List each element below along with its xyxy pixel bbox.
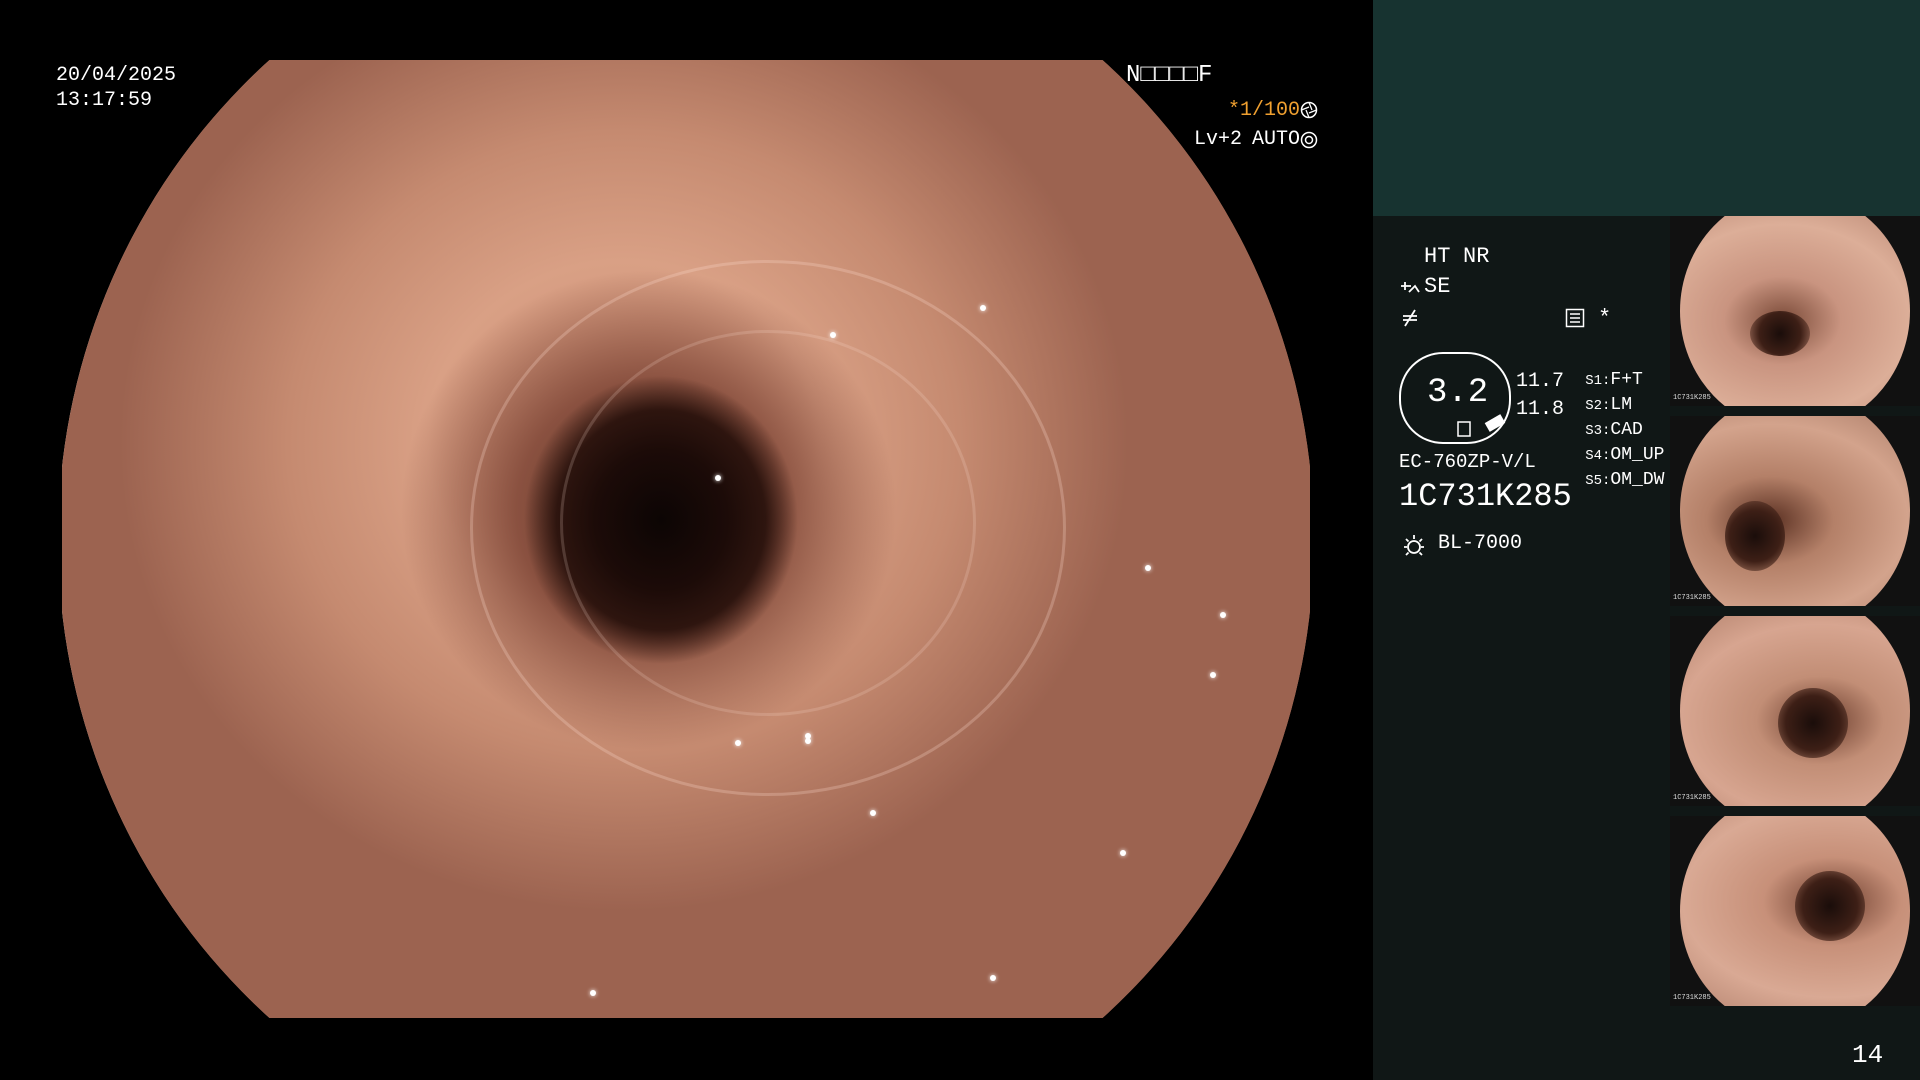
specular-highlight [1210, 672, 1216, 678]
specular-highlight [980, 305, 986, 311]
specular-highlight [990, 975, 996, 981]
zoom-value: 3.2 [1427, 374, 1489, 412]
iris-label: AUTO [1252, 128, 1301, 151]
switch-5: S5:OM_DW [1566, 452, 1664, 490]
ht-label: HT [1424, 244, 1451, 269]
thumbnail-lumen [1750, 311, 1810, 356]
time-label: 13:17:59 [56, 89, 153, 112]
iris-icon [1300, 131, 1318, 149]
asterisk-label: * [1598, 306, 1612, 331]
no-freeze-icon [1403, 309, 1417, 327]
panel-header-area [1373, 0, 1920, 216]
specular-highlight [830, 332, 836, 338]
thumbnail-serial: 1C731K285 [1673, 994, 1711, 1002]
thumbnail-image [1680, 216, 1910, 406]
capture-thumbnail[interactable]: 1C731K285 [1670, 616, 1920, 806]
se-label: SE [1424, 274, 1451, 299]
thumbnail-serial: 1C731K285 [1673, 794, 1711, 802]
thumbnail-lumen [1778, 688, 1848, 758]
capture-thumbnail[interactable]: 1C731K285 [1670, 216, 1920, 406]
capture-icon [1565, 308, 1585, 328]
lamp-icon [1404, 535, 1424, 556]
mode-code-label: N□□□□F [1126, 62, 1213, 89]
date-label: 20/04/2025 [56, 64, 177, 87]
scope-tip-icon [1401, 282, 1420, 293]
switch-value: OM_DW [1610, 470, 1665, 490]
aperture-icon [1300, 101, 1318, 119]
thumbnail-lumen [1795, 871, 1865, 941]
specular-highlight [1120, 850, 1126, 856]
level-label: Lv+2 [1194, 128, 1243, 151]
thumbnail-lumen [1725, 501, 1785, 571]
switch-key: S5: [1585, 473, 1611, 489]
specular-highlight [735, 740, 741, 746]
specular-highlight [1145, 565, 1151, 571]
capture-thumbnail[interactable]: 1C731K285 [1670, 416, 1920, 606]
thumbnail-image [1680, 416, 1910, 606]
nr-label: NR [1463, 244, 1490, 269]
specular-highlight [870, 810, 876, 816]
mucosal-fold [560, 330, 976, 716]
thumbnail-serial: 1C731K285 [1673, 594, 1711, 602]
light-source-label: BL-7000 [1438, 532, 1523, 555]
serial-label: 1C731K285 [1399, 478, 1572, 515]
specular-highlight [590, 990, 596, 996]
capture-thumbnail[interactable]: 1C731K285 [1670, 816, 1920, 1006]
thumbnail-serial: 1C731K285 [1673, 394, 1711, 402]
zoom-indicator-icon [1457, 414, 1506, 437]
endoscope-main-view: 20/04/2025 13:17:59 N□□□□F *1/100 Lv+2 A… [0, 0, 1373, 1080]
scope-model-label: EC-760ZP-V/L [1399, 451, 1536, 473]
value-bottom: 11.8 [1516, 398, 1565, 421]
shutter-label: *1/100 [1228, 99, 1301, 122]
specular-highlight [805, 733, 811, 739]
specular-highlight [715, 475, 721, 481]
specular-highlight [1220, 612, 1226, 618]
page-number: 14 [1852, 1040, 1884, 1070]
value-top: 11.7 [1516, 370, 1565, 393]
